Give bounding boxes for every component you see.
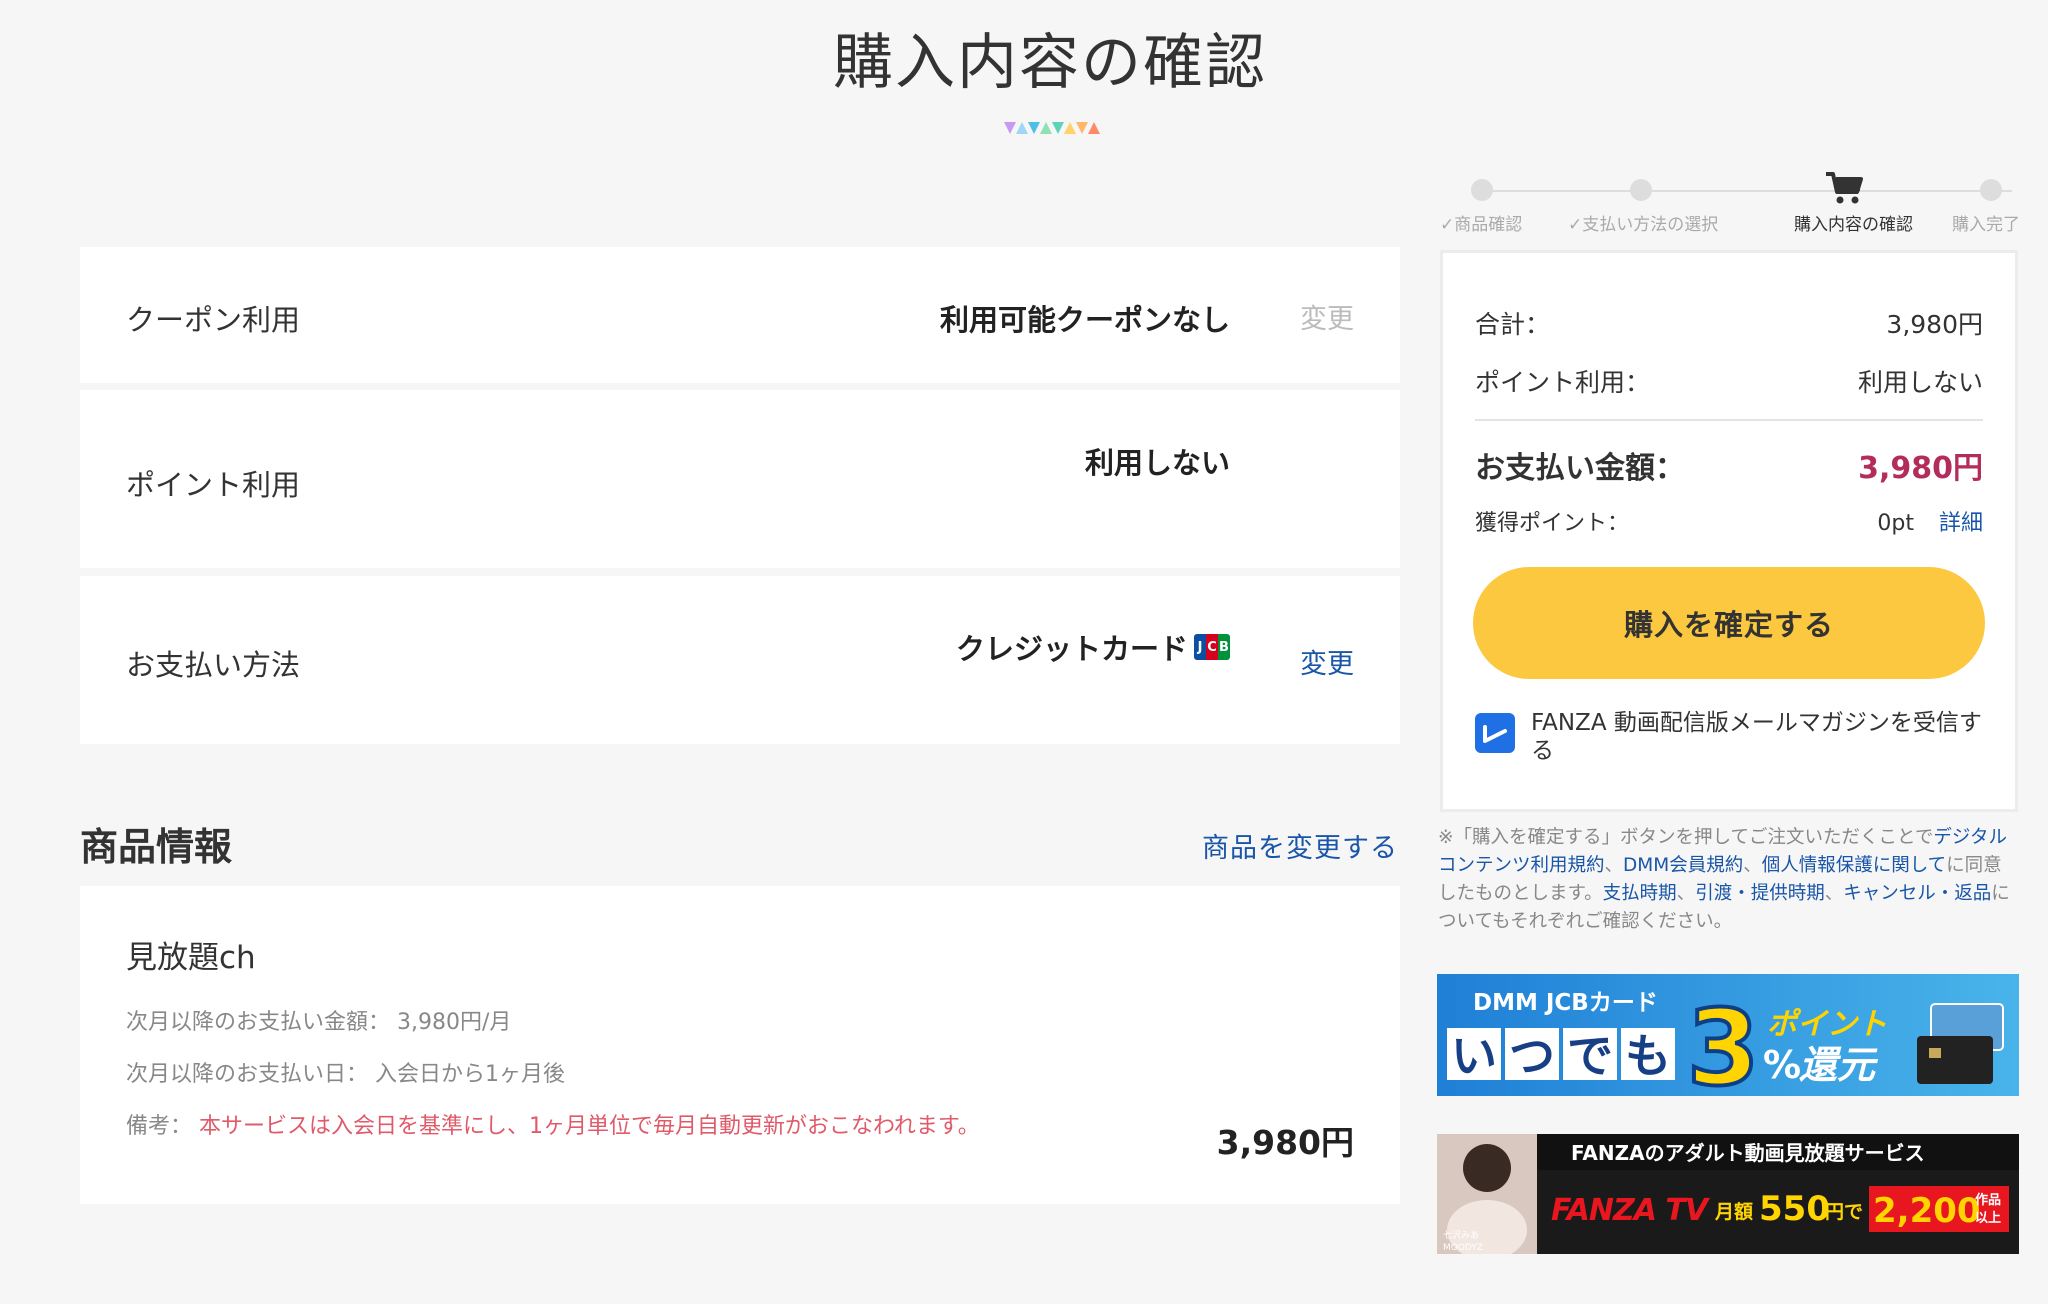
point-use-row: ポイント利用： 利用しない [1475,363,1983,399]
total-value: 3,980円 [1886,310,1983,339]
product-section-title: 商品情報 [80,825,233,869]
fanza-count-suffix-bottom: 以上 [1975,1211,2001,1226]
fanza-price-prefix: 月額 [1714,1200,1753,1223]
step-dot-4 [1980,179,2002,201]
coupon-card: クーポン利用 利用可能クーポンなし 変更 [80,247,1400,383]
earn-points-row: 獲得ポイント： 0pt 詳細 [1475,505,1983,537]
step-check-icon: ✓ [1440,215,1455,235]
jcb-right-top: ポイント [1767,1007,1887,1042]
progress-steps: ✓商品確認 ✓支払い方法の選択 購入内容の確認 購入完了 [1436,170,2030,240]
magazine-label[interactable]: FANZA 動画配信版メールマガジンを受信する [1531,709,1987,765]
earn-points-detail-link[interactable]: 詳細 [1939,511,1983,536]
payment-method-text: クレジットカード [955,632,1188,666]
next-amount-value: 3,980円/月 [397,1010,512,1035]
payment-label: お支払い方法 [126,648,301,682]
step-label-3: 購入内容の確認 [1794,215,1913,235]
checkmark-icon [1483,725,1507,743]
cancel-return-link[interactable]: キャンセル・返品 [1843,883,1991,904]
point-label: ポイント利用 [126,468,301,502]
payment-card: お支払い方法 クレジットカード J C B 変更 [80,576,1400,744]
jcb-letter-c: C [1206,634,1218,660]
fanza-logo: FANZA TV [1551,1193,1711,1228]
jcb-brand: DMM JCBカード [1473,990,1658,1016]
point-card: ポイント利用 利用しない [80,390,1400,568]
fanza-tv-banner[interactable]: 七沢みあ MOODYZ FANZAのアダルト動画見放題サービス FANZA TV… [1437,1134,2019,1254]
product-card: 見放題ch 次月以降のお支払い金額： 3,980円/月 次月以降のお支払い日： … [80,886,1400,1204]
steps-line [1482,190,2012,192]
note-line: 備考： 本サービスは入会日を基準にし、1ヶ月単位で毎月自動更新がおこなわれます。 [126,1108,980,1140]
fanza-count-suffix-top: 作品 [1975,1192,2001,1208]
jcb-big-number: 3 [1687,987,1759,1096]
change-product-link[interactable]: 商品を変更する [1202,826,1398,865]
jcb-left-text: いつでも [1451,1029,1683,1083]
product-name: 見放題ch [126,940,256,976]
fanza-price-suffix: 円で [1825,1201,1863,1223]
privacy-link[interactable]: 個人情報保護に関して [1762,855,1946,876]
page-title: 購入内容の確認 [833,28,1267,98]
jcb-letter-j: J [1194,634,1206,660]
earn-points-group: 0pt 詳細 [1877,505,1983,537]
payment-value: クレジットカード J C B [956,626,1230,668]
fanza-caption-2: MOODYZ [1443,1243,1483,1253]
point-use-label: ポイント利用： [1475,368,1651,397]
pay-amount-row: お支払い金額： 3,980円 [1475,443,1983,487]
earn-points-label: 獲得ポイント： [1475,511,1630,536]
next-amount-line: 次月以降のお支払い金額： 3,980円/月 [126,1004,511,1036]
payment-timing-link[interactable]: 支払時期 [1603,883,1677,904]
fanza-count: 2,200 [1873,1191,1981,1231]
coupon-value: 利用可能クーポンなし [939,303,1230,337]
point-use-value: 利用しない [1857,368,1983,397]
fanza-top-text: FANZAのアダルト動画見放題サービス [1571,1141,1925,1165]
delivery-timing-link[interactable]: 引渡・提供時期 [1695,883,1825,904]
point-value: 利用しない [1084,446,1230,480]
step-label-4: 購入完了 [1952,215,2020,235]
earn-points-value: 0pt [1877,511,1914,536]
total-row: 合計： 3,980円 [1475,305,1983,341]
jcb-card-icon: J C B [1194,634,1230,660]
pay-amount-label: お支払い金額： [1475,451,1685,486]
summary-divider [1475,419,1983,421]
dmm-jcb-banner[interactable]: DMM JCBカード いつでも 3 ポイント % 還元 [1437,974,2019,1096]
fanza-caption-1: 七沢みあ [1443,1229,1479,1241]
payment-change-link[interactable]: 変更 [1300,642,1354,681]
legal-note: ※「購入を確定する」ボタンを押してご注文いただくことでデジタルコンテンツ利用規約… [1438,827,2010,932]
order-summary: 合計： 3,980円 ポイント利用： 利用しない お支払い金額： 3,980円 … [1440,250,2018,812]
terms-dmm-member-link[interactable]: DMM会員規約 [1623,855,1743,876]
note-value: 本サービスは入会日を基準にし、1ヶ月単位で毎月自動更新がおこなわれます。 [199,1114,980,1139]
coupon-label: クーポン利用 [126,303,301,337]
magazine-checkbox[interactable] [1475,713,1515,753]
next-date-value: 入会日から1ヶ月後 [375,1062,566,1087]
step-label-1: ✓商品確認 [1440,215,1523,235]
step-dot-1 [1471,179,1493,201]
jcb-right-bottom: 還元 [1799,1043,1879,1087]
title-ornament [1004,122,1100,134]
product-price: 3,980円 [1216,1123,1354,1162]
total-label: 合計： [1475,310,1551,339]
coupon-change-link: 変更 [1300,304,1354,335]
jcb-pct: % [1763,1043,1801,1087]
step-dot-2 [1630,179,1652,201]
next-amount-label: 次月以降のお支払い金額： [126,1010,391,1035]
confirm-purchase-button[interactable]: 購入を確定する [1473,567,1985,679]
page: 購入内容の確認 クーポン利用 利用可能クーポンなし 変更 ポイント利用 利用しな… [0,0,2048,1304]
note-label: 備考： [126,1114,193,1139]
next-date-line: 次月以降のお支払い日： 入会日から1ヶ月後 [126,1056,565,1088]
next-date-label: 次月以降のお支払い日： [126,1062,369,1087]
step-check-icon: ✓ [1568,215,1583,235]
step-label-2: ✓支払い方法の選択 [1568,215,1719,235]
pay-amount-value: 3,980円 [1858,451,1983,486]
jcb-letter-b: B [1218,634,1230,660]
cart-icon [1826,172,1863,204]
fanza-price: 550 [1759,1189,1830,1229]
